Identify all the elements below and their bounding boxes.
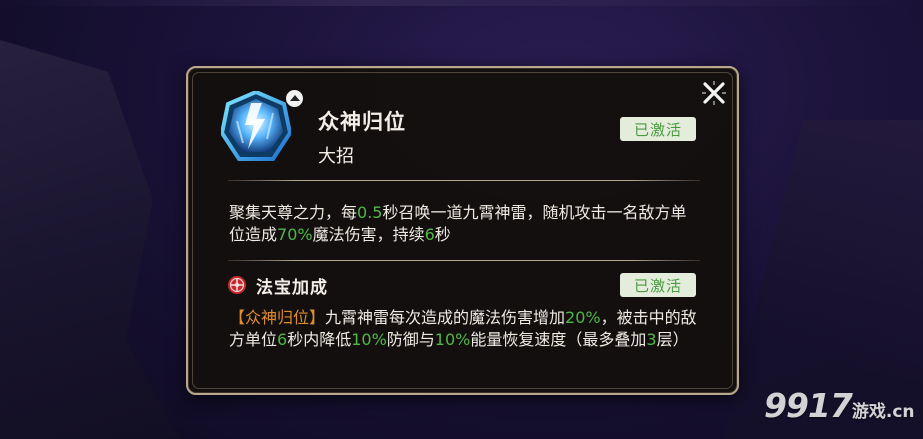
skill-type: 大招 xyxy=(318,146,354,167)
lightning-skill-icon xyxy=(221,91,291,161)
section-divider xyxy=(228,180,700,181)
site-watermark: 9917游戏.cn xyxy=(764,386,915,425)
treasure-highlight-value: 6 xyxy=(277,330,288,349)
skill-description: 聚集天尊之力，每0.5秒召唤一道九霄神雷，随机攻击一名敌方单位造成70%魔法伤害… xyxy=(229,202,699,246)
treasure-status-badge: 已激活 xyxy=(620,273,696,297)
skill-highlight-value: 70% xyxy=(277,225,313,244)
rank-up-icon xyxy=(286,90,303,107)
treasure-text: 九霄神雷每次造成的魔法伤害增加 xyxy=(325,308,566,327)
skill-text: 聚集天尊之力，每 xyxy=(229,203,358,222)
skill-status-badge: 已激活 xyxy=(620,117,696,141)
close-icon[interactable] xyxy=(701,80,727,106)
treasure-skill-tag: 【众神归位】 xyxy=(229,308,326,327)
treasure-text: 防御与 xyxy=(386,330,435,349)
treasure-highlight-value: 10% xyxy=(434,330,471,349)
treasure-highlight-value: 3 xyxy=(646,330,657,349)
treasure-highlight-value: 20% xyxy=(565,308,601,327)
skill-text: 魔法伤害，持续 xyxy=(312,225,425,244)
background-rock-left xyxy=(0,40,180,439)
background-top-strip xyxy=(0,0,923,6)
watermark-sub: 游戏 xyxy=(851,402,886,422)
skill-highlight-value: 0.5 xyxy=(357,203,383,222)
treasure-text: 秒内降低 xyxy=(287,330,352,349)
treasure-seal-icon xyxy=(228,276,246,294)
treasure-title: 法宝加成 xyxy=(256,278,328,298)
treasure-text: 能量恢复速度（最多叠加 xyxy=(470,330,647,349)
skill-name: 众神归位 xyxy=(318,110,406,134)
watermark-main: 9917 xyxy=(764,386,853,425)
treasure-text: 层） xyxy=(656,330,689,349)
skill-detail-panel: 众神归位 大招 已激活 聚集天尊之力，每0.5秒召唤一道九霄神雷，随机攻击一名敌… xyxy=(186,66,739,395)
treasure-highlight-value: 10% xyxy=(351,330,387,349)
skill-highlight-value: 6 xyxy=(424,225,435,244)
section-divider xyxy=(228,260,700,261)
watermark-domain: .cn xyxy=(885,402,915,422)
treasure-description: 【众神归位】九霄神雷每次造成的魔法伤害增加20%，被击中的敌方单位6秒内降低10… xyxy=(229,307,709,351)
skill-text: 秒 xyxy=(434,225,451,244)
